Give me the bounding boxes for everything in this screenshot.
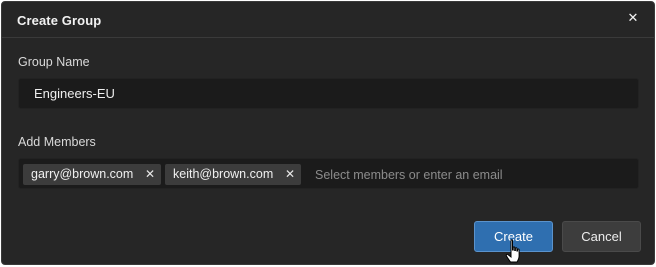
member-search-input[interactable] [307,164,627,185]
dialog-title: Create Group [17,13,102,28]
member-chip: garry@brown.com ✕ [23,164,161,185]
remove-member-icon[interactable]: ✕ [285,164,295,185]
group-name-input[interactable] [18,78,639,109]
member-chip-email: garry@brown.com [31,167,134,181]
members-multiselect[interactable]: garry@brown.com ✕ keith@brown.com ✕ [18,158,639,189]
member-chip-email: keith@brown.com [173,167,274,181]
remove-member-icon[interactable]: ✕ [145,164,155,185]
create-group-dialog: Create Group ✕ Group Name Add Members ga… [1,1,655,265]
group-name-label: Group Name [18,55,90,69]
member-chip: keith@brown.com ✕ [165,164,301,185]
dialog-header: Create Group ✕ [2,2,654,38]
close-icon[interactable]: ✕ [626,11,640,25]
cancel-button[interactable]: Cancel [562,221,641,252]
create-button[interactable]: Create [474,221,553,252]
add-members-label: Add Members [18,135,96,149]
